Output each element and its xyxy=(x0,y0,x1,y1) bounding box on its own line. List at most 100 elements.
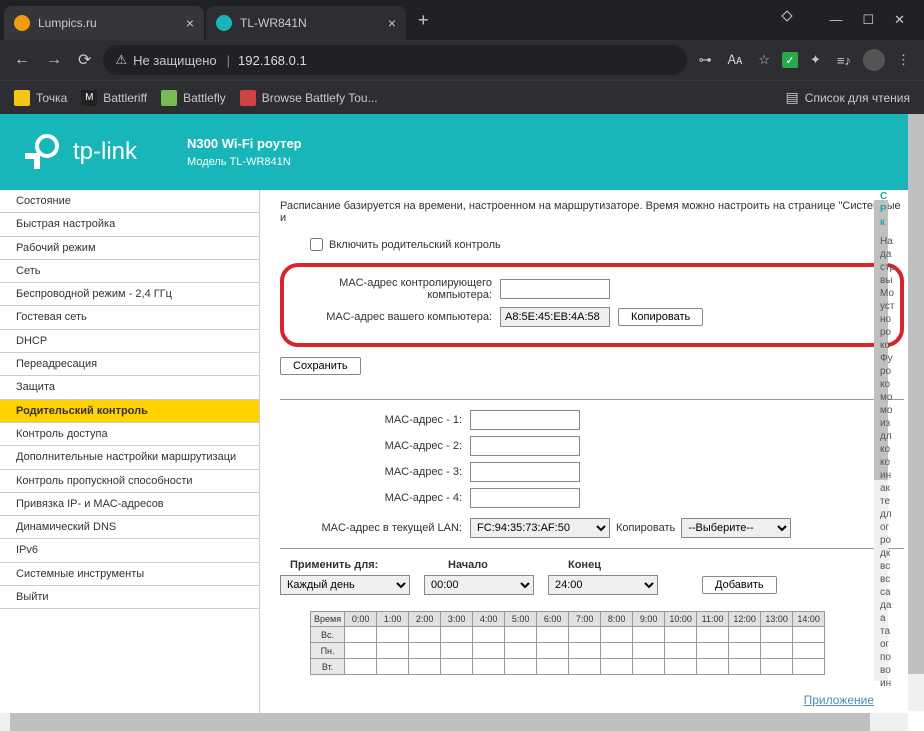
sidebar-item[interactable]: Контроль пропускной способности xyxy=(0,470,259,493)
schedule-cell[interactable] xyxy=(633,627,665,643)
schedule-cell[interactable] xyxy=(729,659,761,675)
schedule-cell[interactable] xyxy=(473,627,505,643)
sidebar-item[interactable]: Контроль доступа xyxy=(0,423,259,446)
schedule-cell[interactable] xyxy=(409,643,441,659)
schedule-cell[interactable] xyxy=(409,659,441,675)
schedule-cell[interactable] xyxy=(793,659,825,675)
mac-control-input[interactable] xyxy=(500,279,610,299)
end-select[interactable]: 24:00 xyxy=(548,575,658,595)
schedule-cell[interactable] xyxy=(345,643,377,659)
sidebar-item[interactable]: DHCP xyxy=(0,330,259,353)
sidebar-item[interactable]: Сеть xyxy=(0,260,259,283)
schedule-cell[interactable] xyxy=(633,659,665,675)
list-icon[interactable]: ≡♪ xyxy=(833,53,855,68)
schedule-cell[interactable] xyxy=(537,659,569,675)
schedule-cell[interactable] xyxy=(473,659,505,675)
bookmark-item[interactable]: Точка xyxy=(14,90,67,106)
sidebar-item[interactable]: Дополнительные настройки маршрутизаци xyxy=(0,446,259,469)
schedule-cell[interactable] xyxy=(473,643,505,659)
schedule-cell[interactable] xyxy=(729,643,761,659)
add-schedule-button[interactable]: Добавить xyxy=(702,576,777,594)
schedule-cell[interactable] xyxy=(665,627,697,643)
translate-icon[interactable]: 🗛 xyxy=(724,52,747,68)
schedule-cell[interactable] xyxy=(793,643,825,659)
menu-icon[interactable]: ⋮ xyxy=(893,52,914,68)
horizontal-scrollbar[interactable] xyxy=(0,713,908,731)
schedule-cell[interactable] xyxy=(697,627,729,643)
schedule-cell[interactable] xyxy=(537,627,569,643)
back-button[interactable]: ← xyxy=(10,47,34,73)
app-link[interactable]: Приложение xyxy=(804,693,874,707)
copy-mac-button[interactable]: Копировать xyxy=(618,308,703,326)
schedule-cell[interactable] xyxy=(441,627,473,643)
bookmark-item[interactable]: Browse Battlefy Tou... xyxy=(240,90,378,106)
schedule-cell[interactable] xyxy=(537,643,569,659)
save-button[interactable]: Сохранить xyxy=(280,357,361,375)
mac-input[interactable] xyxy=(470,410,580,430)
schedule-cell[interactable] xyxy=(569,627,601,643)
schedule-cell[interactable] xyxy=(793,627,825,643)
reading-list-button[interactable]: ▤Список для чтения xyxy=(786,89,910,106)
browser-tab-1[interactable]: TL-WR841N × xyxy=(206,6,406,40)
schedule-cell[interactable] xyxy=(345,627,377,643)
schedule-cell[interactable] xyxy=(697,643,729,659)
bookmark-item[interactable]: Battlefly xyxy=(161,90,226,106)
sidebar-item[interactable]: Привязка IP- и МАС-адресов xyxy=(0,493,259,516)
sidebar-item[interactable]: Переадресация xyxy=(0,353,259,376)
vertical-scrollbar[interactable] xyxy=(908,114,924,711)
schedule-cell[interactable] xyxy=(761,627,793,643)
maximize-button[interactable]: ☐ xyxy=(862,12,874,28)
schedule-cell[interactable] xyxy=(665,659,697,675)
sidebar-item[interactable]: Родительский контроль xyxy=(0,400,259,423)
enable-parental-checkbox[interactable] xyxy=(310,238,323,251)
schedule-cell[interactable] xyxy=(697,659,729,675)
url-input[interactable]: ⚠ Не защищено | 192.168.0.1 xyxy=(103,45,686,75)
extension-check-icon[interactable]: ✓ xyxy=(782,52,798,68)
sidebar-item[interactable]: Состояние xyxy=(0,190,259,213)
close-icon[interactable]: × xyxy=(388,15,396,31)
sidebar-item[interactable]: Защита xyxy=(0,376,259,399)
lan-target-select[interactable]: --Выберите-- xyxy=(681,518,791,538)
schedule-cell[interactable] xyxy=(729,627,761,643)
schedule-cell[interactable] xyxy=(601,643,633,659)
schedule-cell[interactable] xyxy=(665,643,697,659)
diamond-icon[interactable] xyxy=(782,10,793,21)
sidebar-item[interactable]: Рабочий режим xyxy=(0,237,259,260)
apply-select[interactable]: Каждый день xyxy=(280,575,410,595)
schedule-cell[interactable] xyxy=(569,643,601,659)
close-icon[interactable]: × xyxy=(186,15,194,31)
schedule-cell[interactable] xyxy=(505,643,537,659)
schedule-cell[interactable] xyxy=(601,659,633,675)
sidebar-item[interactable]: Системные инструменты xyxy=(0,563,259,586)
browser-tab-0[interactable]: Lumpics.ru × xyxy=(4,6,204,40)
schedule-cell[interactable] xyxy=(377,627,409,643)
schedule-cell[interactable] xyxy=(505,659,537,675)
schedule-cell[interactable] xyxy=(441,659,473,675)
schedule-cell[interactable] xyxy=(345,659,377,675)
schedule-cell[interactable] xyxy=(761,643,793,659)
minimize-button[interactable]: — xyxy=(829,12,842,28)
schedule-cell[interactable] xyxy=(377,659,409,675)
sidebar-item[interactable]: Динамический DNS xyxy=(0,516,259,539)
schedule-cell[interactable] xyxy=(505,627,537,643)
sidebar-item[interactable]: Беспроводной режим - 2,4 ГГц xyxy=(0,283,259,306)
mac-your-input[interactable] xyxy=(500,307,610,327)
schedule-cell[interactable] xyxy=(601,627,633,643)
bookmark-item[interactable]: MBattleriff xyxy=(81,90,147,106)
close-button[interactable]: ✕ xyxy=(894,12,905,28)
start-select[interactable]: 00:00 xyxy=(424,575,534,595)
schedule-cell[interactable] xyxy=(409,627,441,643)
star-icon[interactable]: ☆ xyxy=(754,52,774,68)
schedule-cell[interactable] xyxy=(569,659,601,675)
sidebar-item[interactable]: IPv6 xyxy=(0,539,259,562)
mac-input[interactable] xyxy=(470,436,580,456)
reload-button[interactable]: ⟳ xyxy=(74,46,95,74)
mac-input[interactable] xyxy=(470,462,580,482)
profile-avatar[interactable] xyxy=(863,49,885,71)
sidebar-item[interactable]: Выйти xyxy=(0,586,259,609)
schedule-cell[interactable] xyxy=(633,643,665,659)
key-icon[interactable]: ⊶ xyxy=(695,52,716,68)
sidebar-item[interactable]: Гостевая сеть xyxy=(0,306,259,329)
new-tab-button[interactable]: + xyxy=(408,10,439,31)
forward-button[interactable]: → xyxy=(42,47,66,73)
